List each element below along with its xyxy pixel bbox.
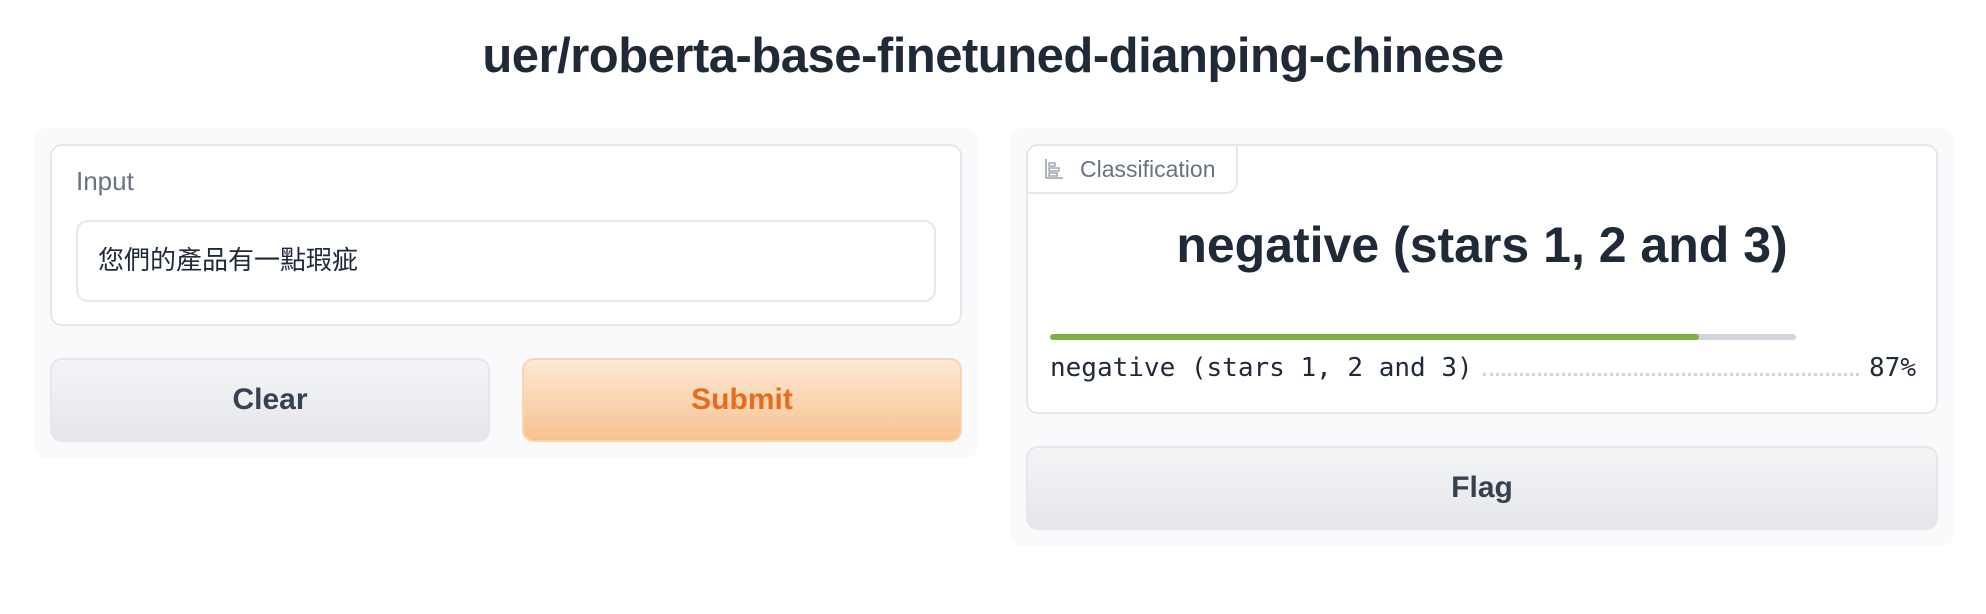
confidence-leader-dots xyxy=(1482,372,1860,376)
classification-card: Classification negative (stars 1, 2 and … xyxy=(1026,144,1938,414)
classification-tab-label: Classification xyxy=(1080,156,1216,182)
input-card: Input 您們的產品有一點瑕疵 xyxy=(50,144,962,326)
clear-button[interactable]: Clear xyxy=(50,358,490,442)
confidence-row: negative (stars 1, 2 and 3) 87% xyxy=(1050,350,1916,386)
page-title: uer/roberta-base-finetuned-dianping-chin… xyxy=(482,29,1504,83)
flag-button[interactable]: Flag xyxy=(1026,446,1938,530)
input-panel: Input 您們的產品有一點瑕疵 Clear Submit xyxy=(34,128,978,458)
input-label: Input xyxy=(76,166,134,196)
output-panel: Classification negative (stars 1, 2 and … xyxy=(1010,128,1954,546)
confidence-bar-fill xyxy=(1050,334,1700,340)
classification-tab: Classification xyxy=(1026,144,1238,194)
confidence-bar-track xyxy=(1050,334,1796,340)
app-page: uer/roberta-base-finetuned-dianping-chin… xyxy=(0,0,1986,614)
input-textbox[interactable]: 您們的產品有一點瑕疵 xyxy=(76,220,936,302)
confidence-value: 87% xyxy=(1869,353,1916,383)
bar-chart-icon xyxy=(1045,159,1063,179)
predicted-label: negative (stars 1, 2 and 3) xyxy=(1176,217,1788,273)
submit-button[interactable]: Submit xyxy=(522,358,962,442)
confidence-label: negative (stars 1, 2 and 3) xyxy=(1050,353,1473,383)
